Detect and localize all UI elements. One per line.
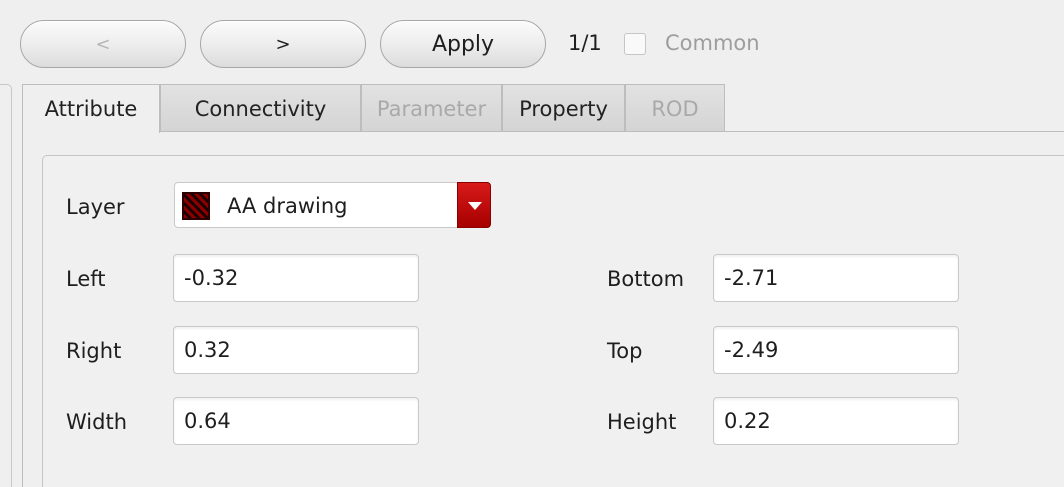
- tab-property[interactable]: Property: [502, 84, 625, 132]
- tab-rod[interactable]: ROD: [625, 84, 725, 132]
- right-label: Right: [66, 339, 122, 363]
- layer-dropdown-value: AA drawing: [227, 194, 348, 218]
- layer-dropdown[interactable]: AA drawing: [174, 182, 491, 228]
- left-label: Left: [66, 267, 106, 291]
- left-panel-edge: [0, 84, 12, 487]
- common-checkbox-label: Common: [665, 31, 760, 55]
- chevron-down-icon[interactable]: [457, 182, 491, 228]
- previous-button[interactable]: <: [20, 20, 186, 68]
- layer-label: Layer: [66, 195, 125, 219]
- tab-parameter[interactable]: Parameter: [361, 84, 502, 132]
- common-checkbox[interactable]: [624, 33, 646, 55]
- selection-counter: 1/1: [568, 31, 602, 55]
- top-label: Top: [607, 339, 643, 363]
- left-field[interactable]: -0.32: [173, 254, 419, 302]
- next-button[interactable]: >: [200, 20, 366, 68]
- width-label: Width: [66, 410, 128, 434]
- tab-attribute[interactable]: Attribute: [22, 84, 160, 133]
- apply-button[interactable]: Apply: [380, 20, 546, 68]
- tab-bar: Attribute Connectivity Parameter Propert…: [22, 84, 1064, 133]
- right-field[interactable]: 0.32: [173, 326, 419, 374]
- width-field[interactable]: 0.64: [173, 397, 419, 445]
- height-field[interactable]: 0.22: [713, 397, 959, 445]
- bottom-label: Bottom: [607, 267, 685, 291]
- layer-swatch-icon: [182, 192, 210, 220]
- bottom-field[interactable]: -2.71: [713, 254, 959, 302]
- toolbar: < > Apply 1/1 Common: [0, 0, 1064, 88]
- tab-connectivity[interactable]: Connectivity: [160, 84, 361, 132]
- height-label: Height: [607, 410, 677, 434]
- top-field[interactable]: -2.49: [713, 326, 959, 374]
